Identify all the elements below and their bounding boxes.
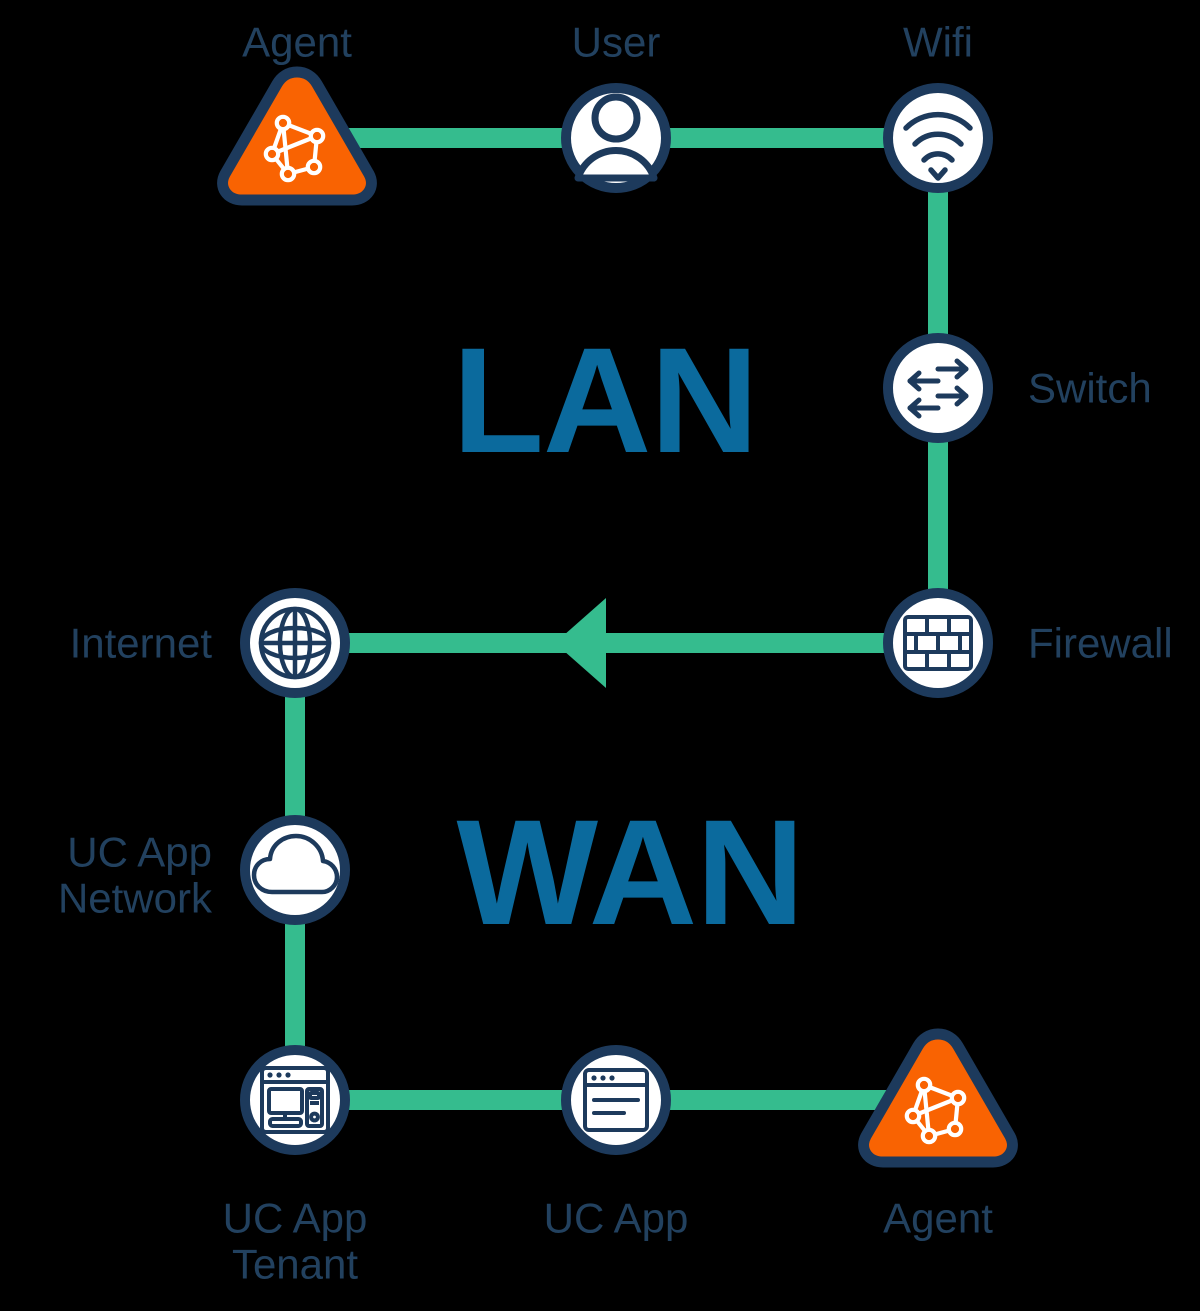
node-agent-top[interactable]: Agent — [217, 19, 377, 206]
node-firewall[interactable]: Firewall — [883, 588, 1173, 698]
node-uc-app[interactable]: UC App — [544, 1045, 689, 1242]
network-diagram: LAN WAN Agent User Wifi Switch Firewall … — [0, 0, 1200, 1311]
node-label-agent-bottom: Agent — [883, 1195, 993, 1242]
node-label-uc-app-tenant-line2: Tenant — [232, 1241, 358, 1288]
wifi-node-circle — [883, 83, 993, 193]
node-switch[interactable]: Switch — [883, 333, 1152, 443]
node-label-uc-app-network-line2: Network — [58, 875, 213, 922]
node-label-uc-app-network-line1: UC App — [67, 829, 212, 876]
agent-triangle-shape — [217, 66, 377, 206]
node-internet[interactable]: Internet — [70, 588, 350, 698]
node-label-firewall: Firewall — [1028, 620, 1173, 667]
node-uc-app-tenant[interactable]: UC App Tenant — [223, 1045, 368, 1288]
switch-node-circle — [883, 333, 993, 443]
zone-label-wan: WAN — [457, 788, 804, 956]
node-user[interactable]: User — [561, 19, 671, 193]
zone-label-lan: LAN — [452, 316, 757, 484]
agent-triangle-shape-bottom — [858, 1028, 1018, 1168]
node-label-user: User — [572, 19, 661, 66]
globe-icon — [258, 606, 332, 680]
node-wifi[interactable]: Wifi — [883, 19, 993, 193]
node-label-agent-top: Agent — [242, 19, 352, 66]
node-uc-app-network[interactable]: UC App Network — [58, 815, 350, 925]
node-label-internet: Internet — [70, 620, 213, 667]
node-agent-bottom[interactable]: Agent — [858, 1028, 1018, 1242]
node-label-uc-app: UC App — [544, 1195, 689, 1242]
diagram-canvas: LAN WAN Agent User Wifi Switch Firewall … — [58, 19, 1173, 1288]
link-arrowhead-to-internet — [555, 598, 606, 688]
node-label-uc-app-tenant-line1: UC App — [223, 1195, 368, 1242]
node-label-switch: Switch — [1028, 365, 1152, 412]
node-label-wifi: Wifi — [903, 19, 973, 66]
